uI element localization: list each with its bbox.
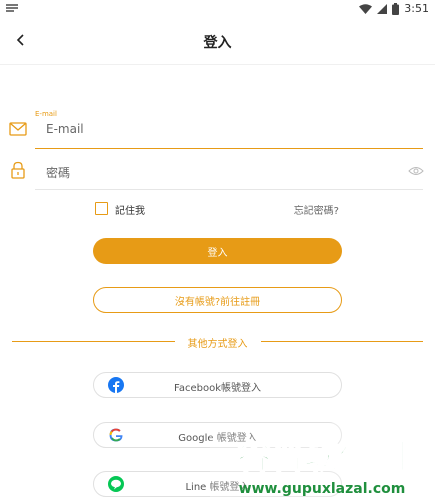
email-underline bbox=[35, 148, 423, 149]
status-time: 3:51 bbox=[404, 2, 429, 15]
facebook-login-label: Facebook帳號登入 bbox=[174, 383, 261, 394]
watermark-url: www.gupuxlazal.com bbox=[239, 481, 406, 497]
login-button[interactable]: 登入 bbox=[93, 238, 342, 264]
password-input[interactable]: 密碼 bbox=[46, 164, 70, 181]
register-button[interactable]: 沒有帳號?前往註冊 bbox=[93, 287, 342, 313]
watermark-title: 谷普软件园 bbox=[237, 437, 407, 477]
battery-icon bbox=[392, 2, 400, 15]
remember-checkbox[interactable] bbox=[95, 202, 108, 215]
email-input[interactable]: E-mail bbox=[46, 122, 84, 136]
other-login-heading: 其他方式登入 bbox=[187, 339, 248, 350]
lock-icon bbox=[11, 161, 25, 179]
app-bar: 登入 bbox=[0, 18, 435, 65]
forgot-password-link[interactable]: 忘記密碼? bbox=[294, 202, 339, 217]
page-title: 登入 bbox=[203, 35, 232, 51]
eye-icon[interactable] bbox=[408, 165, 424, 177]
remember-label: 記住我 bbox=[115, 206, 145, 217]
email-floating-label: E-mail bbox=[35, 110, 57, 118]
wifi-icon bbox=[359, 3, 373, 14]
notification-icon bbox=[6, 4, 18, 12]
status-bar: 3:51 bbox=[0, 0, 435, 18]
site-watermark: 谷普软件园 www.gupuxlazal.com bbox=[210, 423, 435, 501]
password-underline bbox=[35, 189, 423, 190]
mail-icon bbox=[9, 122, 27, 136]
facebook-login-button[interactable]: Facebook帳號登入 bbox=[93, 372, 342, 398]
status-right: 3:51 bbox=[359, 2, 429, 15]
signal-icon bbox=[377, 3, 388, 14]
